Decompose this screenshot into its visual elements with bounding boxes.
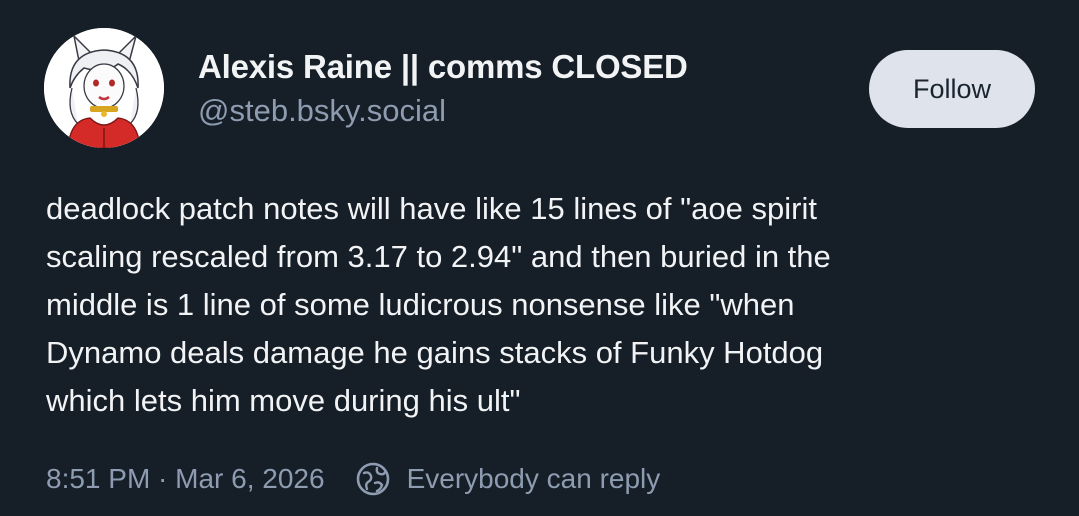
avatar[interactable] (44, 28, 164, 148)
post-text-line: Dynamo deals damage he gains stacks of F… (46, 335, 824, 370)
reply-setting: Everybody can reply (355, 461, 661, 497)
avatar-illustration (44, 28, 164, 148)
post-meta: 8:51 PM · Mar 6, 2026 Everybody can repl… (46, 459, 660, 499)
post-timestamp[interactable]: 8:51 PM · Mar 6, 2026 (46, 463, 325, 495)
author-display-name[interactable]: Alexis Raine || comms CLOSED (198, 48, 688, 86)
reply-setting-label: Everybody can reply (406, 463, 661, 494)
post-text-line: middle is 1 line of some ludicrous nonse… (46, 287, 795, 322)
globe-chat-icon (356, 462, 389, 496)
post-text-line: which lets him move during his ult" (46, 383, 521, 418)
post-text-line: scaling rescaled from 3.17 to 2.94" and … (46, 239, 831, 274)
post-text: deadlock patch notes will have like 15 l… (46, 185, 1046, 425)
author-handle[interactable]: @steb.bsky.social (198, 93, 446, 129)
post-card: Alexis Raine || comms CLOSED @steb.bsky.… (0, 0, 1079, 516)
post-text-line: deadlock patch notes will have like 15 l… (46, 191, 817, 226)
follow-button[interactable]: Follow (869, 50, 1035, 128)
